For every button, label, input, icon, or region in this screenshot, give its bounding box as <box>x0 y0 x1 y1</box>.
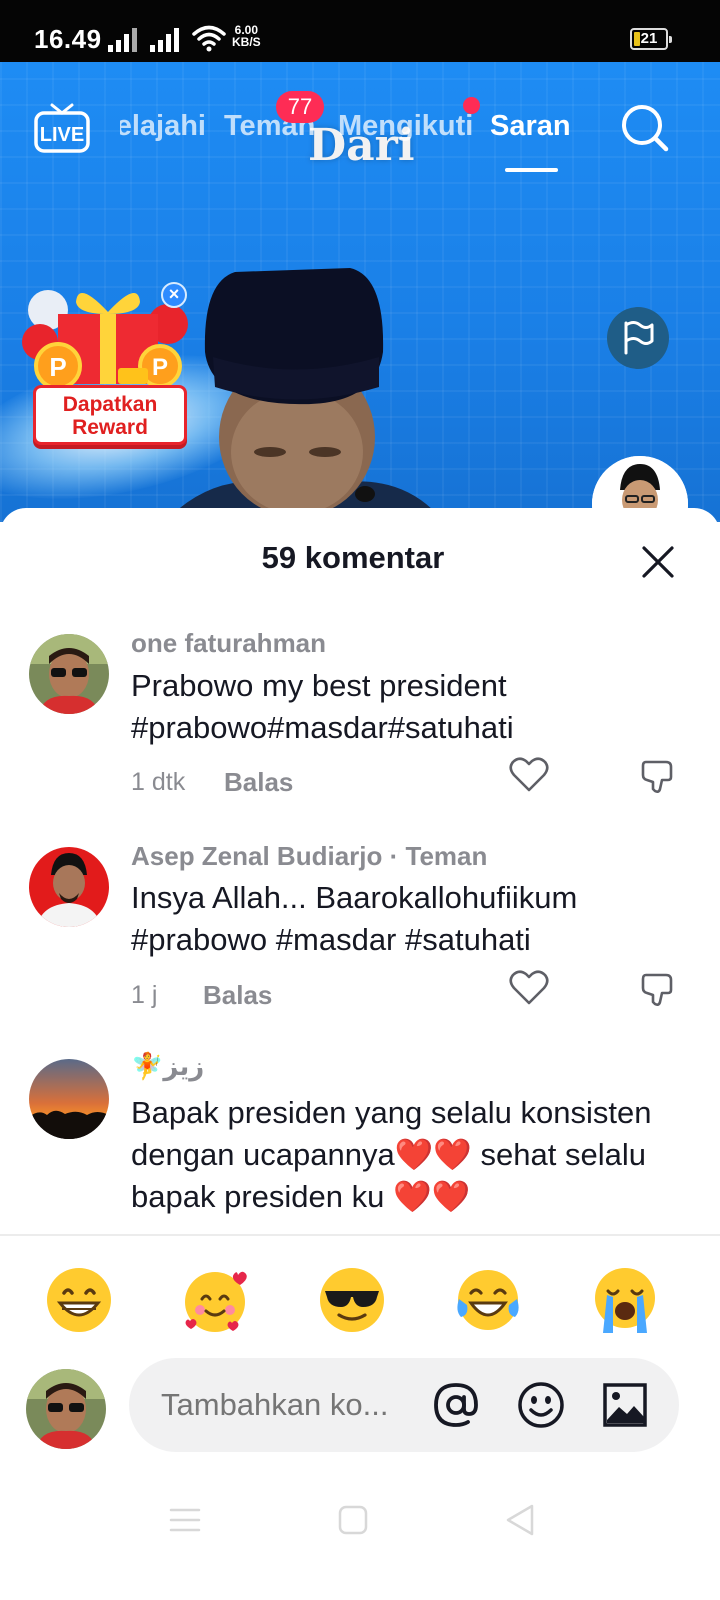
dislike-icon[interactable] <box>638 969 678 1009</box>
wifi-icon <box>192 25 226 52</box>
smiling-face-with-hearts-emoji-icon[interactable] <box>180 1265 250 1335</box>
tab-explore[interactable]: Jelajahi <box>120 110 206 143</box>
network-speed: 6.00 KB/S <box>232 24 261 48</box>
comment-text: Prabowo my best president #prabowo#masda… <box>131 668 514 745</box>
comment-list-clip <box>0 1234 720 1264</box>
svg-text:P: P <box>152 354 168 381</box>
video-speaker-figure <box>175 268 435 522</box>
emoji-picker-icon[interactable] <box>516 1380 566 1430</box>
signal-sim2-icon <box>150 28 179 52</box>
comment-username[interactable]: Asep Zenal Budiarjo · Teman <box>131 841 487 872</box>
commenter-avatar-image <box>29 634 109 714</box>
loudly-crying-face-emoji-icon[interactable] <box>590 1265 660 1335</box>
flag-icon <box>624 321 654 355</box>
comment-text: Bapak presiden yang selalu konsisten den… <box>131 1095 652 1214</box>
image-attach-icon[interactable] <box>600 1380 650 1430</box>
battery-icon: 21 <box>630 28 672 50</box>
mention-at-icon[interactable] <box>431 1380 481 1430</box>
close-icon <box>642 546 674 578</box>
back-icon[interactable] <box>500 1500 540 1540</box>
status-bar: 16.49 6.00 KB/S 21 <box>0 0 720 62</box>
composer-divider <box>0 1234 720 1236</box>
dislike-icon[interactable] <box>638 756 678 796</box>
comment-time: 1 dtk <box>131 768 186 796</box>
tab-suggestions[interactable]: Saran <box>490 110 571 143</box>
close-comments-button[interactable] <box>638 542 678 582</box>
reward-label-line2: Reward <box>72 416 148 439</box>
sunglasses-face-emoji-icon[interactable] <box>317 1265 387 1335</box>
active-tab-indicator <box>505 168 558 172</box>
like-heart-icon[interactable] <box>508 967 550 1007</box>
battery-level: 21 <box>640 30 658 47</box>
tab-following[interactable]: Mengikuti <box>338 110 473 143</box>
commenter-avatar[interactable] <box>29 1059 109 1139</box>
my-avatar-image <box>26 1369 106 1449</box>
live-tv-icon: LIVE <box>34 103 90 153</box>
like-heart-icon[interactable] <box>508 754 550 794</box>
comment-text: Insya Allah... Baarokallohufiikum #prabo… <box>131 880 578 957</box>
tears-of-joy-emoji-icon[interactable] <box>453 1265 523 1335</box>
search-button[interactable] <box>618 101 670 153</box>
friends-notification-badge: 77 <box>276 91 324 123</box>
search-icon <box>622 105 669 152</box>
following-new-dot <box>463 97 480 114</box>
grinning-face-emoji-icon[interactable] <box>44 1265 114 1335</box>
reward-close-button[interactable]: × <box>161 282 187 308</box>
network-speed-unit: KB/S <box>232 35 261 49</box>
commenter-avatar[interactable] <box>29 634 109 714</box>
live-button[interactable]: LIVE <box>34 102 90 154</box>
commenter-avatar[interactable] <box>29 847 109 927</box>
comment-username[interactable]: 🧚زيز <box>131 1051 204 1082</box>
reward-label[interactable]: Dapatkan Reward <box>33 385 187 445</box>
comment-composer[interactable] <box>129 1358 679 1452</box>
comment-time: 1 j <box>131 981 158 1009</box>
recent-apps-icon[interactable] <box>165 1500 205 1540</box>
comment-username[interactable]: one faturahman <box>131 628 326 659</box>
reward-label-line1: Dapatkan <box>62 393 158 416</box>
svg-text:P: P <box>49 352 66 382</box>
reply-button[interactable]: Balas <box>224 767 293 798</box>
status-time: 16.49 <box>34 24 102 54</box>
report-button[interactable] <box>607 307 669 369</box>
commenter-avatar-image <box>29 847 109 927</box>
signal-sim1-icon <box>108 28 137 52</box>
live-label: LIVE <box>40 124 84 146</box>
battery-tip <box>669 36 672 43</box>
comments-count-title: 59 komentar <box>261 540 445 575</box>
comment-input[interactable] <box>161 1387 411 1423</box>
my-avatar[interactable] <box>26 1369 106 1449</box>
home-icon[interactable] <box>333 1500 373 1540</box>
reply-button[interactable]: Balas <box>203 980 272 1011</box>
commenter-avatar-image <box>29 1059 109 1139</box>
